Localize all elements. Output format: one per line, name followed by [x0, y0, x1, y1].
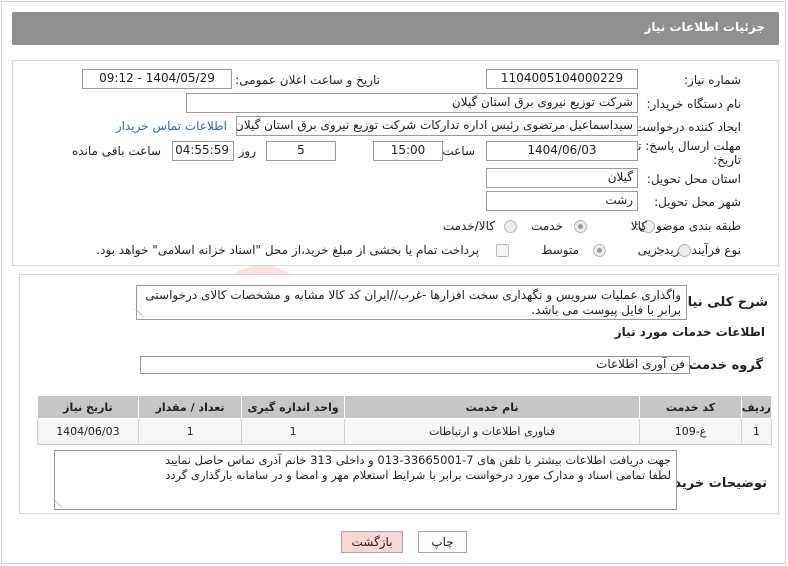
services-heading: اطلاعات خدمات مورد نیاز [614, 325, 765, 339]
table-row[interactable]: 1 غ-109 فناوری اطلاعات و ارتباطات 1 1 14… [37, 418, 773, 445]
col-header-service-code: کد خدمت [639, 395, 742, 419]
deadline-label: مهلت ارسال پاسخ: تا [634, 139, 741, 153]
col-header-service-name: نام خدمت [343, 395, 641, 419]
need-number-label: شماره نیاز: [684, 73, 741, 87]
buyer-notes-line-2: لطفا تمامی اسناد و مدارک مورد درخواست بر… [165, 468, 671, 482]
category-option-goods: کالا [630, 219, 647, 233]
need-info-section [12, 60, 779, 266]
category-option-service: خدمت [531, 219, 563, 233]
page-header: جزئیات اطلاعات نیاز [12, 12, 779, 45]
cell-need-date: 1404/06/03 [37, 418, 139, 445]
buyer-org-field[interactable]: شرکت توزیع نیروی برق استان گیلان [186, 93, 638, 113]
city-field[interactable]: رشت [486, 191, 638, 211]
deadline-time-label: ساعت [442, 144, 475, 158]
buyer-contact-link[interactable]: اطلاعات تماس خریدار [116, 119, 227, 133]
deadline-date-label: تاریخ: [713, 153, 741, 167]
summary-text: واگذاری عملیات سرویس و نگهداری سخت افزار… [145, 288, 681, 317]
page-frame: جزئیات اطلاعات نیاز شماره نیاز: 11040051… [1, 1, 786, 564]
process-option-medium: متوسط [541, 243, 579, 257]
deadline-date-field[interactable]: 1404/06/03 [486, 141, 638, 161]
resize-grip-icon[interactable] [53, 499, 69, 507]
creator-field[interactable]: سیداسماعیل مرتضوی رئیس اداره تدارکات شرک… [236, 116, 638, 136]
deadline-time-field[interactable]: 15:00 [373, 141, 443, 161]
days-field[interactable]: 5 [266, 141, 336, 161]
cell-service-code: غ-109 [639, 418, 742, 445]
treasury-payment-note: پرداخت تمام یا بخشی از مبلغ خرید،از محل … [96, 243, 479, 257]
process-option-minor: جزیی [637, 243, 665, 257]
back-button[interactable]: بازگشت [341, 531, 403, 553]
table-header-row: ردیف کد خدمت نام خدمت واحد اندازه گیری ت… [37, 395, 773, 419]
print-button[interactable]: چاپ [418, 531, 467, 553]
province-label: استان محل تحویل: [646, 172, 741, 186]
process-radio-minor[interactable] [678, 244, 691, 257]
resize-grip-icon[interactable] [135, 309, 151, 317]
remaining-time-field[interactable]: 04:55:59 [172, 141, 234, 161]
category-option-goods-service: کالا/خدمت [442, 219, 495, 233]
remaining-time-label: ساعت باقی مانده [71, 144, 161, 158]
process-label: نوع فرآیند خرید : [656, 243, 741, 257]
cell-quantity: 1 [137, 418, 243, 445]
province-field[interactable]: گیلان [486, 168, 638, 188]
treasury-payment-checkbox[interactable] [496, 244, 509, 257]
cell-service-name: فناوری اطلاعات و ارتباطات [343, 418, 641, 445]
buyer-notes-line-1: جهت دریافت اطلاعات بیشتر با تلفن های 7-3… [164, 453, 671, 467]
col-header-quantity: تعداد / مقدار [137, 395, 243, 419]
col-header-row-number: ردیف [740, 395, 773, 419]
summary-label: شرح کلی نیاز: [674, 295, 768, 310]
creator-label: ایجاد کننده درخواست: [630, 120, 741, 134]
process-radio-medium[interactable] [593, 244, 606, 257]
buyer-org-label: نام دستگاه خریدار: [646, 97, 742, 111]
city-label: شهر محل تحویل: [654, 195, 741, 209]
services-table: ردیف کد خدمت نام خدمت واحد اندازه گیری ت… [37, 395, 773, 445]
category-radio-goods-service[interactable] [504, 220, 517, 233]
summary-textarea[interactable]: واگذاری عملیات سرویس و نگهداری سخت افزار… [135, 285, 687, 320]
cell-row-number: 1 [740, 418, 773, 445]
service-group-label: گروه خدمت: [683, 358, 763, 373]
announce-date-field[interactable]: 1404/05/29 - 09:12 [82, 69, 232, 89]
need-number-field[interactable]: 1104005104000229 [486, 69, 638, 89]
service-group-field[interactable]: فن آوری اطلاعات [140, 356, 690, 374]
category-radio-service[interactable] [574, 220, 587, 233]
announce-date-label: تاریخ و ساعت اعلان عمومی: [235, 73, 380, 87]
col-header-unit: واحد اندازه گیری [241, 395, 345, 419]
cell-unit: 1 [241, 418, 345, 445]
col-header-need-date: تاریخ نیاز [37, 395, 139, 419]
page-title: جزئیات اطلاعات نیاز [644, 20, 765, 34]
buyer-notes-textarea[interactable]: جهت دریافت اطلاعات بیشتر با تلفن های 7-3… [53, 450, 677, 510]
